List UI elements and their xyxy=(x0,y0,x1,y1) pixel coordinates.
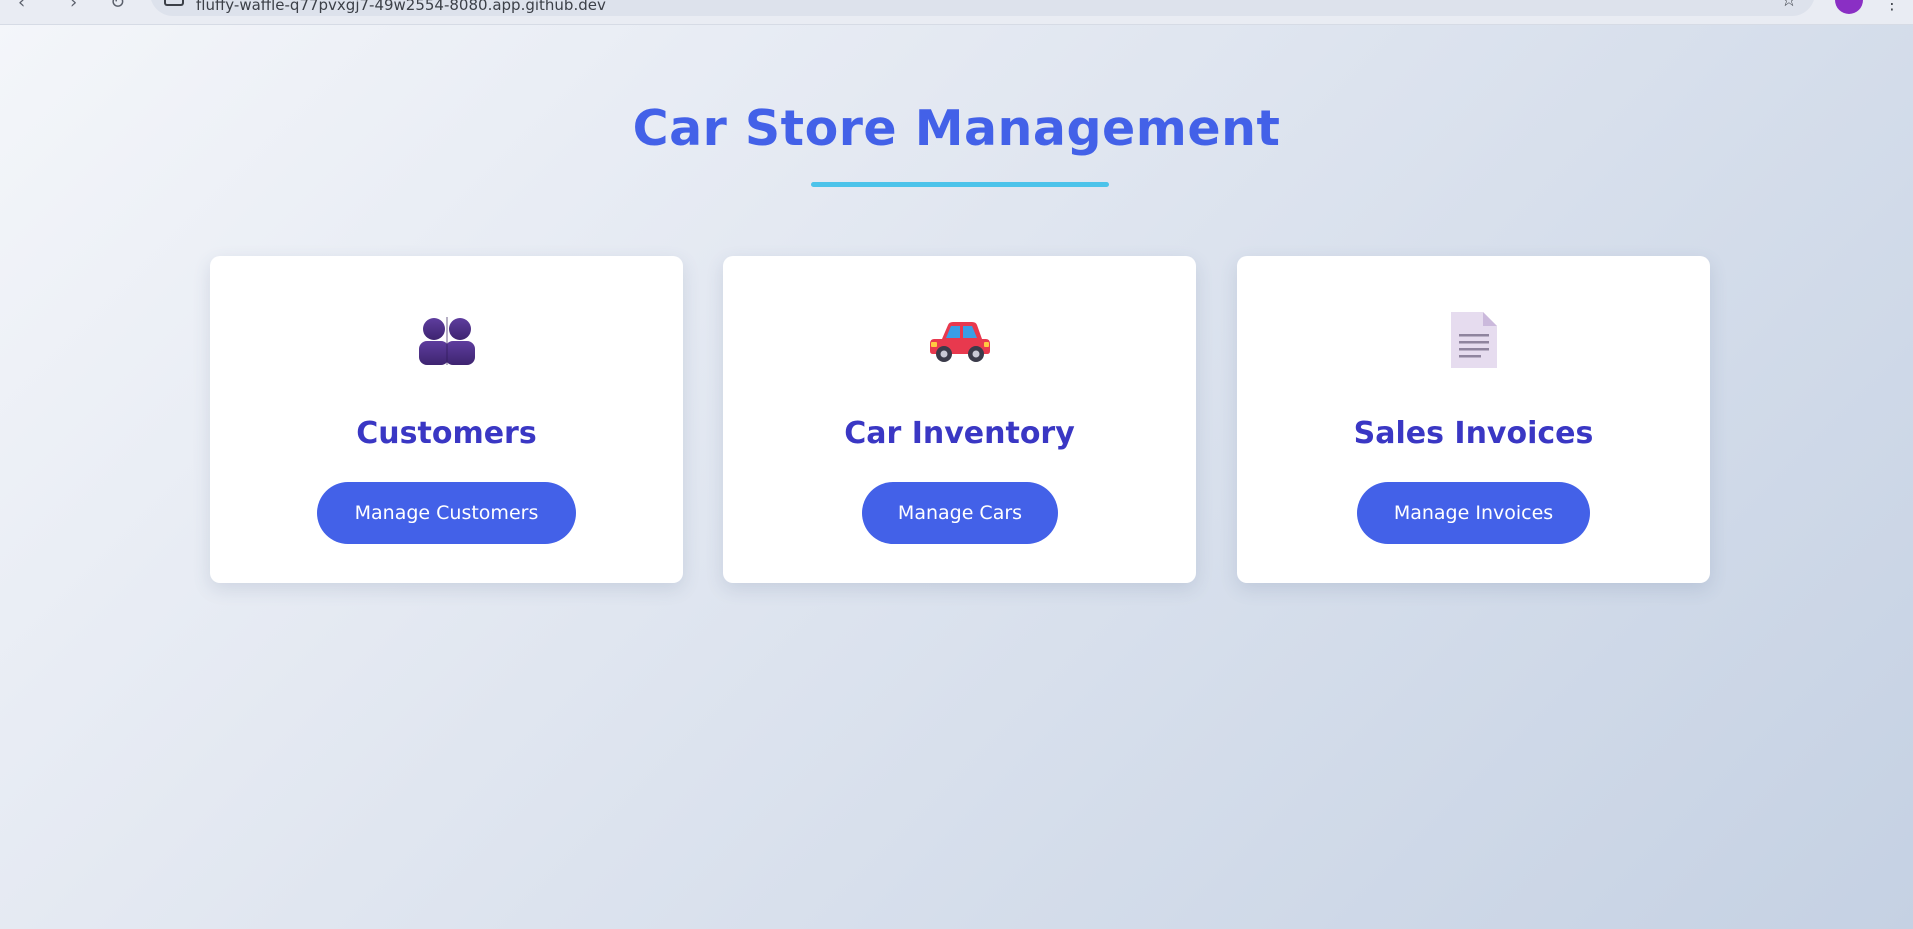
back-button[interactable]: ‹ xyxy=(18,0,25,13)
address-bar-url[interactable]: fluffy-waffle-q77pvxgj7-49w2554-8080.app… xyxy=(196,0,606,14)
forward-button[interactable]: › xyxy=(70,0,77,13)
sales-invoices-card: Sales Invoices Manage Invoices xyxy=(1237,256,1710,583)
page-header: Car Store Management xyxy=(0,100,1913,157)
title-underline xyxy=(811,182,1109,187)
browser-menu-icon[interactable]: ⋮ xyxy=(1884,0,1900,13)
customers-card: Customers Manage Customers xyxy=(210,256,683,583)
manage-customers-button[interactable]: Manage Customers xyxy=(317,482,576,544)
document-icon xyxy=(1237,308,1710,372)
reload-button[interactable]: ↻ xyxy=(110,0,125,13)
browser-toolbar: ‹ › ↻ fluffy-waffle-q77pvxgj7-49w2554-80… xyxy=(0,0,1913,25)
card-title: Sales Invoices xyxy=(1353,416,1594,451)
page-title: Car Store Management xyxy=(632,100,1281,157)
card-title: Car Inventory xyxy=(844,416,1075,451)
people-icon xyxy=(210,308,683,372)
manage-cars-button[interactable]: Manage Cars xyxy=(862,482,1058,544)
address-bar[interactable]: fluffy-waffle-q77pvxgj7-49w2554-8080.app… xyxy=(150,0,1815,16)
card-title: Customers xyxy=(356,416,537,451)
site-info-icon[interactable] xyxy=(164,0,184,6)
bookmark-star-icon[interactable]: ☆ xyxy=(1781,0,1797,11)
manage-invoices-button[interactable]: Manage Invoices xyxy=(1357,482,1590,544)
car-icon xyxy=(723,308,1196,372)
car-inventory-card: Car Inventory Manage Cars xyxy=(723,256,1196,583)
profile-avatar[interactable] xyxy=(1835,0,1863,14)
